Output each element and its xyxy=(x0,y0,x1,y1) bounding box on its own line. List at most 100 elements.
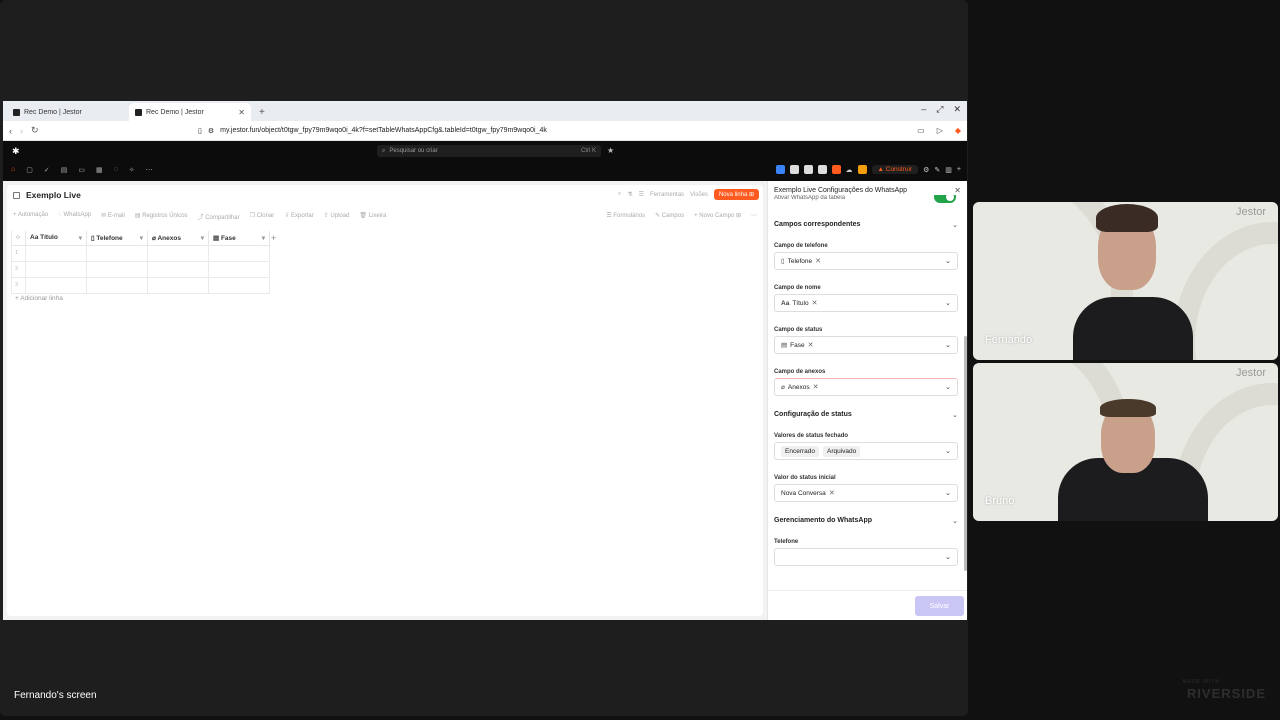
table-icon[interactable] xyxy=(789,165,799,174)
install-icon[interactable]: ▭ xyxy=(917,126,925,135)
chevron-down-icon[interactable]: ⌄ xyxy=(945,489,951,497)
app-icon[interactable] xyxy=(775,165,785,174)
search-input[interactable]: ⌕ Pesquisar ou criar Ctrl K xyxy=(377,145,601,157)
closed-status-select[interactable]: Encerrado Arquivado ⌄ xyxy=(774,442,958,460)
table-cell[interactable] xyxy=(25,244,87,262)
table-cell[interactable] xyxy=(147,276,209,294)
star-icon[interactable]: ★ xyxy=(607,146,614,155)
compartilhar-button[interactable]: ⤴ Compartilhar xyxy=(198,212,240,221)
campos-button[interactable]: ✎ Campos xyxy=(655,212,684,219)
minimize-icon[interactable]: – xyxy=(921,104,926,115)
new-tab-button[interactable]: + xyxy=(251,107,273,121)
table-row[interactable]: 1 xyxy=(11,244,270,262)
exportar-button[interactable]: ⇩ Exportar xyxy=(284,212,313,221)
folder-icon[interactable]: ▢ xyxy=(26,166,33,174)
cloud-icon[interactable]: ☁ xyxy=(846,166,853,174)
panel-scrollbar[interactable] xyxy=(964,336,967,571)
chevron-down-icon[interactable]: ⌄ xyxy=(952,221,958,229)
visoes-button[interactable]: Visões xyxy=(690,192,708,198)
column-header-telefone[interactable]: ▯ Telefone ▾ xyxy=(86,231,148,246)
chevron-down-icon[interactable]: ▾ xyxy=(201,234,204,242)
remove-icon[interactable]: ✕ xyxy=(813,383,819,391)
whatsapp-toggle[interactable] xyxy=(934,195,956,203)
table-cell[interactable] xyxy=(208,260,270,278)
play-icon[interactable]: ▷ xyxy=(937,126,943,135)
new-row-button[interactable]: Nova linha ⊞ xyxy=(713,189,759,200)
chevron-down-icon[interactable]: ⌄ xyxy=(945,341,951,349)
search-icon[interactable]: ⌕ xyxy=(618,191,621,198)
chevron-down-icon[interactable]: ▾ xyxy=(262,234,265,242)
grid-icon[interactable] xyxy=(803,165,813,174)
table-cell[interactable] xyxy=(86,276,148,294)
remove-icon[interactable]: ✕ xyxy=(812,299,818,307)
table-cell[interactable] xyxy=(147,260,209,278)
chevron-down-icon[interactable]: ⌄ xyxy=(952,411,958,419)
whatsapp-button[interactable]: ◌ WhatsApp xyxy=(58,212,91,221)
layout-icon[interactable] xyxy=(817,165,827,174)
chevron-down-icon[interactable]: ⌄ xyxy=(945,447,951,455)
name-field-select[interactable]: Aa Título ✕ ⌄ xyxy=(774,294,958,312)
table-cell[interactable] xyxy=(86,260,148,278)
more-icon[interactable]: ⋯ xyxy=(751,212,757,219)
url-text[interactable]: my.jestor.fun/object/t0tgw_fpy79m9wqo0i_… xyxy=(220,127,547,134)
jestor-logo-icon[interactable]: ✱ xyxy=(12,146,20,157)
inbox-icon[interactable]: ▤ xyxy=(61,166,68,174)
chevron-down-icon[interactable]: ▾ xyxy=(140,234,143,242)
initial-status-select[interactable]: Nova Conversa ✕ ⌄ xyxy=(774,484,958,502)
shield-icon[interactable]: ◆ xyxy=(955,126,961,135)
add-row-button[interactable]: + Adicionar linha xyxy=(15,295,63,302)
construir-button[interactable]: ▲ Construir xyxy=(871,165,919,174)
phone-select[interactable]: ⌄ xyxy=(774,548,958,566)
table-cell[interactable] xyxy=(208,244,270,262)
settings-icon[interactable]: ⚙ xyxy=(923,166,929,174)
panel-icon[interactable]: ▥ xyxy=(945,166,952,174)
column-header-anexos[interactable]: ⌀ Anexos ▾ xyxy=(147,231,209,246)
status-field-select[interactable]: ▤ Fase ✕ ⌄ xyxy=(774,336,958,354)
phone-field-select[interactable]: ▯ Telefone ✕ ⌄ xyxy=(774,252,958,270)
document-icon[interactable]: ▦ xyxy=(96,166,103,174)
browser-tab-active[interactable]: Rec Demo | Jestor ✕ xyxy=(129,103,251,121)
bookmark-icon[interactable]: ▯ xyxy=(198,127,202,135)
site-info-icon[interactable]: ⚙ xyxy=(208,127,214,135)
chevron-down-icon[interactable]: ⌄ xyxy=(945,257,951,265)
column-header-titulo[interactable]: Aa Título ▾ xyxy=(25,231,87,246)
edit-icon[interactable]: ✎ xyxy=(934,166,940,174)
chevron-down-icon[interactable]: ▾ xyxy=(79,234,82,242)
table-row[interactable]: 2 xyxy=(11,260,270,278)
registros-unicos-button[interactable]: ▤ Registros Únicos xyxy=(135,212,188,221)
whatsapp-icon[interactable]: ◌ xyxy=(114,166,118,174)
novo-campo-button[interactable]: + Novo Campo ⊞ xyxy=(694,212,741,219)
magic-icon[interactable]: ✧ xyxy=(129,166,135,174)
list-icon[interactable]: ☰ xyxy=(639,191,644,198)
reload-icon[interactable]: ↻ xyxy=(31,125,39,136)
lixeira-button[interactable]: 🗑 Lixeira xyxy=(359,212,386,221)
filter-icon[interactable]: ⚗ xyxy=(627,191,632,198)
remove-icon[interactable]: ✕ xyxy=(808,341,814,349)
store-icon[interactable] xyxy=(857,165,867,174)
table-cell[interactable] xyxy=(208,276,270,294)
add-icon[interactable]: + xyxy=(957,166,961,173)
close-window-icon[interactable]: ✕ xyxy=(953,104,961,115)
chevron-down-icon[interactable]: ⌄ xyxy=(945,553,951,561)
browser-tab[interactable]: Rec Demo | Jestor xyxy=(7,103,129,121)
section-gerenciamento[interactable]: Gerenciamento do WhatsApp ⌄ xyxy=(774,517,958,525)
chat-icon[interactable]: ▭ xyxy=(78,166,85,174)
check-icon[interactable]: ✓ xyxy=(44,166,50,174)
remove-icon[interactable]: ✕ xyxy=(815,257,821,265)
remove-icon[interactable]: ✕ xyxy=(829,489,835,497)
table-cell[interactable] xyxy=(25,260,87,278)
section-campos[interactable]: Campos correspondentes ⌄ xyxy=(774,221,958,229)
attachment-field-select[interactable]: ⌀ Anexos ✕ ⌄ xyxy=(774,378,958,396)
forward-icon[interactable]: › xyxy=(20,126,23,136)
home-icon[interactable]: ⌂ xyxy=(11,166,15,174)
section-status[interactable]: Configuração de status ⌄ xyxy=(774,411,958,419)
select-all-checkbox[interactable]: ○ xyxy=(11,231,26,246)
table-cell[interactable] xyxy=(25,276,87,294)
save-button[interactable]: Salvar xyxy=(915,596,964,616)
add-column-button[interactable]: + xyxy=(271,233,276,243)
back-icon[interactable]: ‹ xyxy=(9,126,12,136)
table-cell[interactable] xyxy=(147,244,209,262)
clonar-button[interactable]: ❐ Clonar xyxy=(250,212,275,221)
address-bar[interactable]: ▯ ⚙ my.jestor.fun/object/t0tgw_fpy79m9wq… xyxy=(198,124,758,138)
chevron-down-icon[interactable]: ⌄ xyxy=(952,517,958,525)
